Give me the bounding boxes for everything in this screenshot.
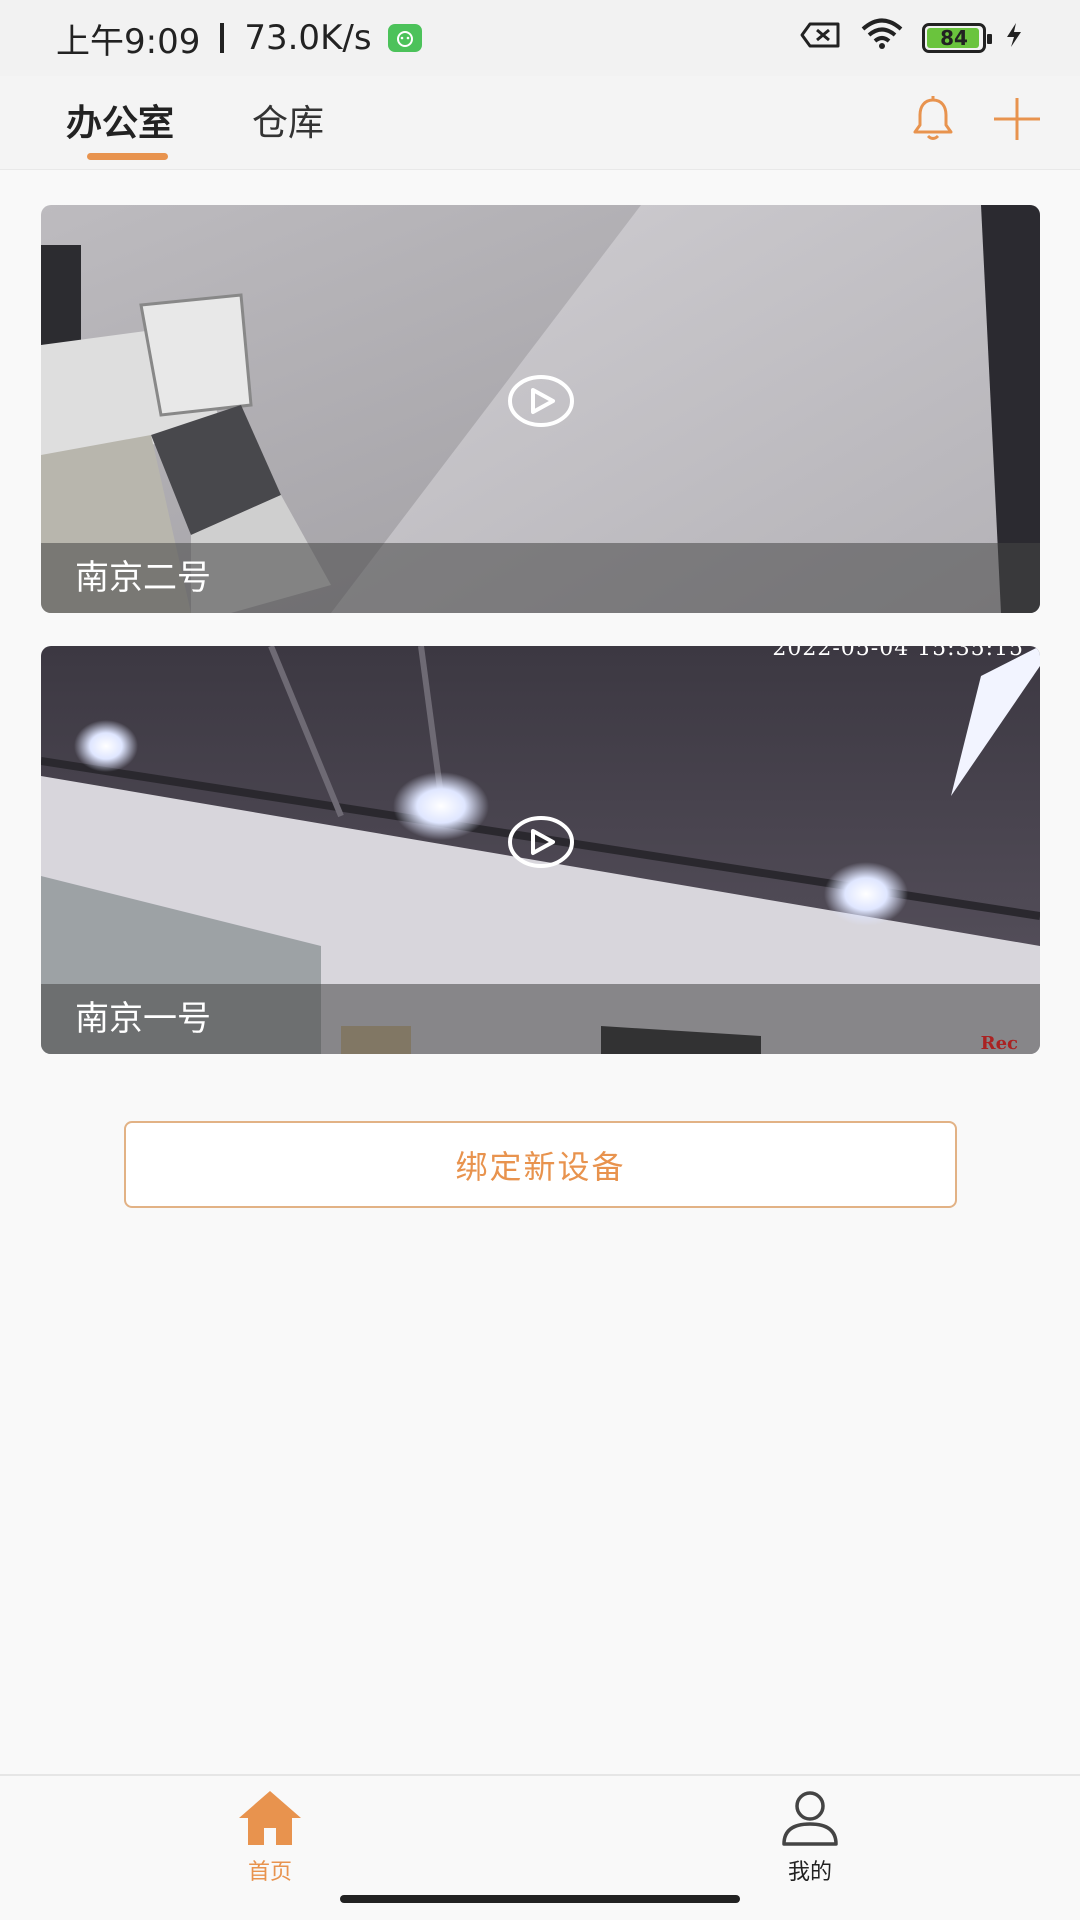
tab-warehouse[interactable]: 仓库 <box>252 94 324 146</box>
sim-off-icon <box>800 18 842 58</box>
top-header: 办公室 仓库 <box>0 76 1080 170</box>
status-net-speed: 73.0K/s <box>244 18 372 58</box>
status-left: 上午9:09 73.0K/s <box>56 14 422 63</box>
status-separator <box>220 23 225 53</box>
bell-icon[interactable] <box>906 92 960 146</box>
camera-name: 南京二号 <box>75 558 211 598</box>
play-icon[interactable] <box>506 814 576 870</box>
battery-icon: 84 <box>922 23 992 53</box>
charging-icon <box>1004 18 1024 58</box>
camera-timestamp: 2022-05-04 15:35:15 <box>772 646 1024 661</box>
status-time: 上午9:09 <box>56 21 201 62</box>
nav-label-mine: 我的 <box>787 1860 832 1885</box>
status-right: 84 <box>800 18 1024 59</box>
home-icon <box>239 1791 301 1845</box>
tab-office[interactable]: 办公室 <box>66 94 174 146</box>
camera-card[interactable]: 南京二号 <box>41 205 1040 613</box>
person-icon <box>782 1791 838 1846</box>
home-indicator[interactable] <box>340 1895 740 1903</box>
play-icon[interactable] <box>506 373 576 429</box>
add-device-icon[interactable] <box>990 92 1044 146</box>
nav-item-mine[interactable]: 我的 <box>730 1788 890 1886</box>
bind-new-device-button[interactable]: 绑定新设备 <box>124 1121 957 1208</box>
wifi-icon <box>860 18 904 59</box>
nav-label-home: 首页 <box>247 1860 292 1885</box>
camera-card[interactable]: 2022-05-04 15:35:15 南京一号 Rec <box>41 646 1040 1054</box>
battery-level: 84 <box>940 26 968 50</box>
nav-item-home[interactable]: 首页 <box>190 1788 350 1886</box>
active-tab-indicator <box>87 153 168 160</box>
camera-name: 南京一号 <box>75 999 211 1039</box>
status-bar: 上午9:09 73.0K/s 84 <box>0 0 1080 76</box>
rec-label: Rec <box>980 1033 1018 1054</box>
app-notification-icon <box>387 24 422 52</box>
